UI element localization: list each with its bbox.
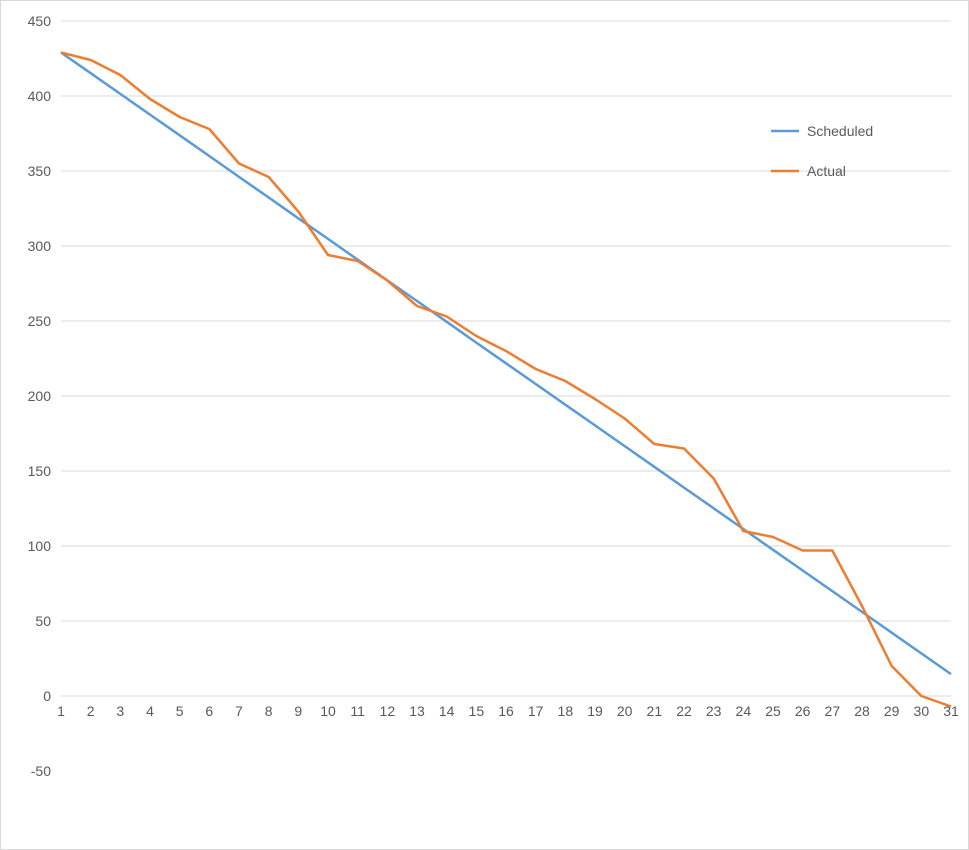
x-tick-label: 11 xyxy=(350,703,365,719)
x-tick-label: 2 xyxy=(87,703,95,719)
x-tick-label: 6 xyxy=(205,703,213,719)
x-tick-label: 13 xyxy=(409,703,425,719)
x-tick-label: 4 xyxy=(146,703,154,719)
x-tick-label: 1 xyxy=(57,703,65,719)
x-tick-label: 15 xyxy=(469,703,485,719)
y-tick-label: 200 xyxy=(28,388,52,404)
x-tick-label: 16 xyxy=(498,703,514,719)
x-tick-label: 19 xyxy=(587,703,603,719)
chart-plot-area: -500501001502002503003504004501234567891… xyxy=(1,1,968,849)
x-tick-label: 30 xyxy=(914,703,930,719)
x-tick-label: 20 xyxy=(617,703,633,719)
y-tick-label: 400 xyxy=(28,88,52,104)
x-tick-label: 22 xyxy=(676,703,692,719)
y-tick-label: -50 xyxy=(31,763,51,779)
series-actual xyxy=(61,53,951,707)
y-tick-label: 0 xyxy=(43,688,51,704)
x-tick-label: 7 xyxy=(235,703,243,719)
x-tick-label: 9 xyxy=(294,703,302,719)
x-tick-label: 26 xyxy=(795,703,811,719)
x-tick-label: 21 xyxy=(647,703,663,719)
x-tick-label: 12 xyxy=(380,703,396,719)
x-tick-label: 28 xyxy=(854,703,870,719)
x-tick-label: 14 xyxy=(439,703,455,719)
y-tick-label: 450 xyxy=(28,13,52,29)
x-tick-label: 29 xyxy=(884,703,900,719)
y-tick-label: 100 xyxy=(28,538,52,554)
series-scheduled xyxy=(61,53,951,675)
y-tick-label: 150 xyxy=(28,463,52,479)
x-tick-label: 23 xyxy=(706,703,722,719)
x-tick-label: 3 xyxy=(116,703,124,719)
legend-label: Actual xyxy=(807,163,846,179)
x-tick-label: 24 xyxy=(736,703,752,719)
y-tick-label: 50 xyxy=(35,613,51,629)
burndown-chart: -500501001502002503003504004501234567891… xyxy=(0,0,969,850)
x-tick-label: 17 xyxy=(528,703,544,719)
x-tick-label: 25 xyxy=(765,703,781,719)
y-tick-label: 300 xyxy=(28,238,52,254)
x-tick-label: 5 xyxy=(176,703,184,719)
x-tick-label: 8 xyxy=(265,703,273,719)
y-tick-label: 250 xyxy=(28,313,52,329)
x-tick-label: 18 xyxy=(558,703,574,719)
legend-label: Scheduled xyxy=(807,123,873,139)
y-tick-label: 350 xyxy=(28,163,52,179)
x-tick-label: 27 xyxy=(825,703,841,719)
x-tick-label: 10 xyxy=(320,703,336,719)
